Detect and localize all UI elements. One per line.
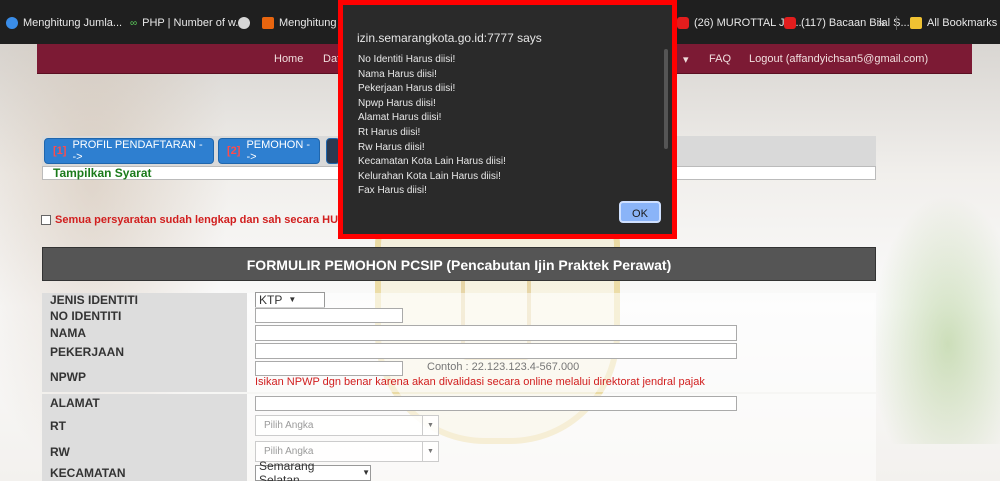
- row-rw: RW Pilih Angka ▼: [42, 440, 876, 464]
- bookmark-1[interactable]: Menghitung Jumla...: [6, 17, 122, 29]
- chevron-down-icon: ▼: [422, 416, 438, 435]
- tab-label: PROFIL PENDAFTARAN -->: [72, 139, 203, 163]
- agreement-label: Semua persyaratan sudah lengkap dan sah …: [55, 214, 364, 226]
- field-cell: Pilih Angka ▼: [247, 412, 876, 440]
- label-alamat: ALAMAT: [42, 394, 247, 412]
- background-decoration: [870, 194, 1000, 444]
- tab-number: [1]: [53, 145, 67, 157]
- dialog-message: Kecamatan Kota Lain Harus diisi!: [358, 156, 506, 168]
- orange-square-icon: [262, 17, 274, 29]
- npwp-input[interactable]: [255, 361, 403, 376]
- field-cell: [247, 324, 876, 342]
- bookmark-3[interactable]: [238, 17, 250, 29]
- label-rw: RW: [42, 440, 247, 464]
- bookmark-label: Menghitung Jumla...: [23, 17, 123, 29]
- dialog-scrollbar[interactable]: [664, 49, 668, 149]
- dialog-title: izin.semarangkota.go.id:7777 says: [357, 31, 542, 45]
- dialog-message: Pekerjaan Harus diisi!: [358, 83, 456, 95]
- row-npwp: NPWP Contoh : 22.123.123.4-567.000 Isika…: [42, 361, 876, 392]
- row-no-identiti: NO IDENTITI: [42, 307, 876, 324]
- dialog-message: Rt Harus diisi!: [358, 126, 421, 138]
- npwp-warning: Isikan NPWP dgn benar karena akan divali…: [255, 376, 705, 388]
- form-title: FORMULIR PEMOHON PCSIP (Pencabutan Ijin …: [42, 247, 876, 281]
- alamat-input[interactable]: [255, 396, 737, 411]
- row-kecamatan: KECAMATAN Semarang Selatan ▼: [42, 459, 876, 481]
- field-cell: [247, 394, 876, 412]
- youtube-icon: [784, 17, 796, 29]
- all-bookmarks[interactable]: All Bookmarks: [910, 17, 997, 29]
- ok-button[interactable]: OK: [619, 201, 661, 223]
- label-pekerjaan: PEKERJAAN: [42, 342, 247, 361]
- select-value: KTP: [259, 293, 283, 307]
- select-placeholder: Pilih Angka: [264, 420, 314, 431]
- nav-faq[interactable]: FAQ: [709, 53, 731, 65]
- tab-number: [2]: [227, 145, 241, 157]
- dialog-message: Kelurahan Kota Lain Harus diisi!: [358, 170, 501, 182]
- field-cell: KTP ▼: [247, 292, 876, 308]
- dialog-message: Fax Harus diisi!: [358, 185, 427, 194]
- bookmark-label: All Bookmarks: [927, 17, 998, 29]
- rt-select[interactable]: Pilih Angka ▼: [255, 415, 439, 436]
- green-link-icon: ∞: [130, 17, 138, 29]
- applicant-form: JENIS IDENTITI KTP ▼ NO IDENTITI NAMA PE…: [42, 292, 876, 481]
- bookmarks-overflow-button[interactable]: »: [878, 15, 885, 30]
- label-jenis-identiti: JENIS IDENTITI: [42, 293, 247, 307]
- chevron-down-icon[interactable]: ▾: [683, 53, 689, 66]
- label-nama: NAMA: [42, 324, 247, 342]
- row-alamat: ALAMAT: [42, 394, 876, 412]
- bookmark-5[interactable]: (26) MUROTTAL JU...: [677, 17, 802, 29]
- tab-profil-pendaftaran[interactable]: [1] PROFIL PENDAFTARAN -->: [44, 138, 214, 164]
- row-nama: NAMA: [42, 324, 876, 342]
- tab-label: PEMOHON -->: [246, 139, 311, 163]
- label-kecamatan: KECAMATAN: [42, 464, 247, 481]
- field-cell: [247, 342, 876, 361]
- row-pekerjaan: PEKERJAAN: [42, 342, 876, 361]
- chevron-down-icon: ▼: [288, 295, 297, 304]
- divider: [896, 16, 897, 30]
- field-cell: [247, 307, 876, 324]
- jenis-identiti-select[interactable]: KTP ▼: [255, 292, 325, 308]
- dialog-message: No Identiti Harus diisi!: [358, 54, 456, 65]
- folder-icon: [910, 17, 922, 29]
- agreement-checkbox[interactable]: [41, 215, 51, 225]
- dialog-message: Alamat Harus diisi!: [358, 112, 442, 124]
- bookmark-6[interactable]: (117) Bacaan Bilal S...: [784, 17, 910, 29]
- dialog-message-list[interactable]: No Identiti Harus diisi! Nama Harus diis…: [358, 53, 663, 194]
- youtube-icon: [677, 17, 689, 29]
- kecamatan-select[interactable]: Semarang Selatan ▼: [255, 459, 371, 481]
- bookmark-label: (117) Bacaan Bilal S...: [801, 17, 910, 29]
- select-value: Semarang Selatan: [259, 459, 315, 481]
- chevron-down-icon: ▼: [362, 468, 370, 477]
- dialog-message: Nama Harus diisi!: [358, 68, 437, 80]
- globe-icon: [238, 17, 250, 29]
- field-cell: Semarang Selatan ▼: [247, 459, 876, 481]
- chevron-down-icon: ▼: [422, 442, 438, 461]
- nav-logout[interactable]: Logout (affandyichsan5@gmail.com): [749, 53, 928, 65]
- bookmark-label: PHP | Number of w...: [142, 17, 245, 29]
- dialog-message: Rw Harus diisi!: [358, 141, 425, 153]
- no-identiti-input[interactable]: [255, 308, 403, 323]
- dialog-message: Npwp Harus diisi!: [358, 97, 436, 109]
- pekerjaan-input[interactable]: [255, 343, 737, 359]
- alert-dialog: izin.semarangkota.go.id:7777 says No Ide…: [338, 0, 677, 239]
- field-cell: Contoh : 22.123.123.4-567.000 Isikan NPW…: [247, 361, 876, 392]
- label-npwp: NPWP: [42, 361, 247, 392]
- blue-circle-icon: [6, 17, 18, 29]
- tab-pemohon[interactable]: [2] PEMOHON -->: [218, 138, 320, 164]
- select-placeholder: Pilih Angka: [264, 446, 314, 457]
- show-requirements-link[interactable]: Tampilkan Syarat: [53, 166, 151, 180]
- row-jenis-identiti: JENIS IDENTITI KTP ▼: [42, 292, 876, 308]
- agreement: Semua persyaratan sudah lengkap dan sah …: [41, 214, 363, 226]
- nav-home[interactable]: Home: [274, 53, 303, 65]
- bookmark-2[interactable]: ∞ PHP | Number of w...: [130, 17, 244, 29]
- npwp-example-hint: Contoh : 22.123.123.4-567.000: [427, 361, 580, 373]
- row-rt: RT Pilih Angka ▼: [42, 412, 876, 440]
- label-no-identiti: NO IDENTITI: [42, 307, 247, 324]
- label-rt: RT: [42, 412, 247, 440]
- nama-input[interactable]: [255, 325, 737, 341]
